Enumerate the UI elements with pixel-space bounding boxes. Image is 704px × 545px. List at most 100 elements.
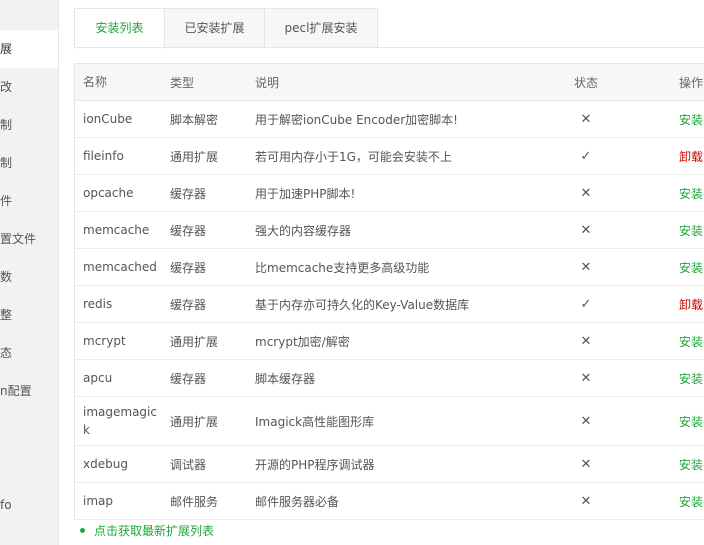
install-button[interactable]: 安装 (679, 446, 704, 482)
ext-name: opcache (83, 186, 134, 200)
status-cell: ✓ (576, 138, 596, 174)
table-row: redis 缓存器 基于内存亦可持久化的Key-Value数据库 ✓ 卸载 (75, 286, 704, 323)
check-icon: ✓ (580, 148, 592, 164)
extensions-table: 名称 类型 说明 状态 操作 ionCube 脚本解密 用于解密ionCube … (74, 63, 704, 520)
header-desc: 说明 (255, 75, 280, 90)
ext-type: 缓存器 (170, 260, 207, 275)
ext-name: apcu (83, 371, 113, 385)
sidebar-item-tuning[interactable]: 整 (0, 296, 58, 334)
status-cell: ✕ (576, 323, 596, 359)
sidebar-item-config[interactable]: n配置 (0, 372, 58, 410)
tab-installed-extensions[interactable]: 已安装扩展 (164, 8, 265, 48)
status-cell: ✕ (576, 212, 596, 248)
sidebar-item-params[interactable]: 数 (0, 258, 58, 296)
header-name: 名称 (83, 75, 108, 89)
ext-type: 通用扩展 (170, 149, 219, 164)
refresh-extension-list-link[interactable]: 点击获取最新扩展列表 (80, 522, 214, 539)
uninstall-button[interactable]: 卸载 (679, 286, 704, 322)
tab-install-list[interactable]: 安装列表 (74, 8, 165, 49)
ext-name: memcached (83, 260, 157, 274)
status-cell: ✕ (576, 175, 596, 211)
bullet-icon (80, 528, 85, 533)
uninstall-button[interactable]: 卸载 (679, 138, 704, 174)
cross-icon: ✕ (580, 185, 592, 201)
header-status: 状态 (573, 75, 598, 90)
ext-name: mcrypt (83, 334, 126, 348)
ext-desc: 用于解密ionCube Encoder加密脚本! (255, 112, 458, 127)
ext-name: redis (83, 297, 113, 311)
ext-name: ionCube (83, 112, 133, 126)
cross-icon: ✕ (580, 370, 592, 386)
install-button[interactable]: 安装 (679, 360, 704, 396)
install-button[interactable]: 安装 (679, 101, 704, 137)
table-row: fileinfo 通用扩展 若可用内存小于1G，可能会安装不上 ✓ 卸载 (75, 138, 704, 175)
table-row: xdebug 调试器 开源的PHP程序调试器 ✕ 安装 (75, 446, 704, 483)
cross-icon: ✕ (580, 493, 592, 509)
install-button[interactable]: 安装 (679, 175, 704, 211)
cross-icon: ✕ (580, 333, 592, 349)
header-op: 操作 (679, 75, 704, 90)
status-cell: ✕ (576, 446, 596, 482)
ext-desc: Imagick高性能图形库 (255, 414, 375, 429)
ext-type: 邮件服务 (170, 494, 219, 509)
cross-icon: ✕ (580, 456, 592, 472)
tab-divider (74, 47, 704, 48)
install-button[interactable]: 安装 (679, 483, 704, 519)
table-row: opcache 缓存器 用于加速PHP脚本! ✕ 安装 (75, 175, 704, 212)
ext-type: 缓存器 (170, 223, 207, 238)
ext-type: 通用扩展 (170, 334, 219, 349)
ext-desc: 强大的内容缓存器 (255, 223, 352, 238)
table-row: memcached 缓存器 比memcache支持更多高级功能 ✕ 安装 (75, 249, 704, 286)
sidebar-item-config-file[interactable]: 置文件 (0, 220, 58, 258)
install-button[interactable]: 安装 (679, 323, 704, 359)
check-icon: ✓ (580, 296, 592, 312)
cross-icon: ✕ (580, 259, 592, 275)
ext-desc: 脚本缓存器 (255, 371, 316, 386)
status-cell: ✓ (576, 286, 596, 322)
ext-type: 调试器 (170, 457, 207, 472)
tab-pecl-install[interactable]: pecl扩展安装 (264, 8, 378, 48)
install-button[interactable]: 安装 (679, 397, 704, 445)
status-cell: ✕ (576, 101, 596, 137)
ext-type: 缓存器 (170, 186, 207, 201)
table-row: ionCube 脚本解密 用于解密ionCube Encoder加密脚本! ✕ … (75, 101, 704, 138)
sidebar: 展 改 制 制 件 置文件 数 整 态 n配置 fo (0, 0, 59, 545)
ext-name: memcache (83, 223, 150, 237)
ext-desc: 邮件服务器必备 (255, 494, 340, 509)
ext-type: 缓存器 (170, 297, 207, 312)
ext-desc: 若可用内存小于1G，可能会安装不上 (255, 149, 452, 164)
status-cell: ✕ (576, 483, 596, 519)
ext-name: fileinfo (83, 149, 124, 163)
ext-desc: 开源的PHP程序调试器 (255, 457, 375, 472)
ext-desc: 基于内存亦可持久化的Key-Value数据库 (255, 297, 470, 312)
sidebar-item-extensions[interactable]: 展 (0, 30, 58, 68)
install-button[interactable]: 安装 (679, 249, 704, 285)
table-row: mcrypt 通用扩展 mcrypt加密/解密 ✕ 安装 (75, 323, 704, 360)
status-cell: ✕ (576, 397, 596, 445)
install-button[interactable]: 安装 (679, 212, 704, 248)
cross-icon: ✕ (580, 111, 592, 127)
cross-icon: ✕ (580, 222, 592, 238)
sidebar-item-3[interactable]: 制 (0, 106, 58, 144)
table-row: apcu 缓存器 脚本缓存器 ✕ 安装 (75, 360, 704, 397)
sidebar-item-status[interactable]: 态 (0, 334, 58, 372)
ext-name: xdebug (83, 457, 128, 471)
sidebar-item-2[interactable]: 改 (0, 68, 58, 106)
sidebar-item-info[interactable]: fo (0, 486, 58, 524)
status-cell: ✕ (576, 249, 596, 285)
status-cell: ✕ (576, 360, 596, 396)
table-row: memcache 缓存器 强大的内容缓存器 ✕ 安装 (75, 212, 704, 249)
sidebar-item-4[interactable]: 制 (0, 144, 58, 182)
ext-name: imap (83, 494, 113, 508)
sidebar-item-5[interactable]: 件 (0, 182, 58, 220)
ext-type: 缓存器 (170, 371, 207, 386)
ext-desc: mcrypt加密/解密 (255, 334, 350, 349)
table-row: imagemagick 通用扩展 Imagick高性能图形库 ✕ 安装 (75, 397, 704, 446)
cross-icon: ✕ (580, 413, 592, 429)
table-row: imap 邮件服务 邮件服务器必备 ✕ 安装 (75, 483, 704, 520)
table-header: 名称 类型 说明 状态 操作 (75, 64, 704, 101)
header-type: 类型 (170, 75, 195, 90)
ext-desc: 比memcache支持更多高级功能 (255, 260, 430, 275)
ext-name: imagemagick (83, 405, 157, 437)
ext-type: 通用扩展 (170, 414, 219, 429)
